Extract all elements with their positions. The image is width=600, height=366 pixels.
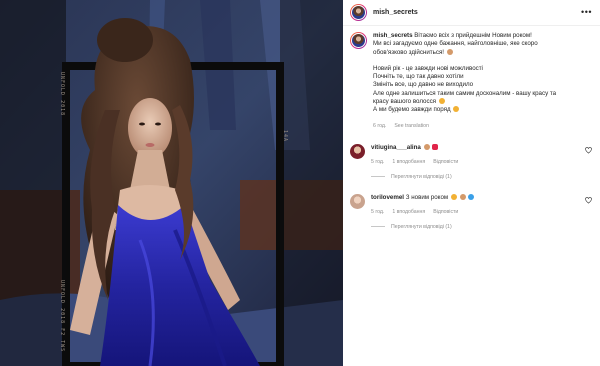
see-translation-link[interactable]: See translation	[394, 122, 429, 130]
comment-time[interactable]: 5 год.	[371, 208, 384, 216]
post-photo[interactable]: UNFOLD 2018 UNFOLD 2018 F2 TWS 14A	[0, 0, 343, 366]
yellow-heart-emoji-icon	[450, 193, 457, 200]
caption-avatar[interactable]	[350, 32, 367, 49]
view-replies-label: Переглянути відповіді (1)	[391, 223, 452, 230]
view-replies-label: Переглянути відповіді (1)	[391, 173, 452, 180]
caption-line-8: красу вашого волосся	[373, 98, 437, 106]
comment-likes[interactable]: 1 вподобання	[392, 208, 425, 216]
face-emoji-icon	[446, 48, 453, 55]
caption-line-9: А ми будемо завжди поряд	[373, 106, 451, 114]
commenter-avatar[interactable]	[350, 193, 365, 209]
frame-marking-bottom: UNFOLD 2018 F2 TWS	[59, 280, 65, 353]
comment: vitiugina___alina 5 год. 1 вподобання Ві…	[350, 143, 592, 166]
frame-marking-right: 14A	[282, 130, 288, 143]
caption-username[interactable]: mish_secrets	[373, 32, 413, 39]
caption-line-5: Почніть те, що так давно хотіли	[373, 73, 464, 81]
caption-line-2: Ми всі загадуємо одне бажання, найголовн…	[373, 40, 538, 48]
comments-list: mish_secrets Вітаємо всіх з прийдешнім Н…	[343, 26, 600, 230]
like-heart-icon[interactable]	[585, 147, 592, 154]
caption-line-6: Змініть все, що давно не виходило	[373, 81, 474, 89]
comment-meta: 5 год. 1 вподобання Відповісти	[371, 208, 571, 216]
blue-heart-emoji-icon	[468, 193, 475, 200]
caption: mish_secrets Вітаємо всіх з прийдешнім Н…	[350, 32, 592, 130]
comment-likes[interactable]: 1 вподобання	[392, 158, 425, 166]
praying-hands-emoji-icon	[459, 193, 466, 200]
caption-line-1: Вітаємо всіх з прийдешнім Новим роком!	[414, 32, 532, 39]
caption-text: mish_secrets Вітаємо всіх з прийдешнім Н…	[373, 32, 585, 130]
red-heart-emoji-icon	[432, 143, 439, 150]
smile-emoji-icon	[438, 98, 445, 105]
view-replies-link[interactable]: Переглянути відповіді (1)	[371, 224, 592, 230]
commenter-avatar[interactable]	[350, 143, 365, 159]
commenter-username[interactable]: torilovemel	[371, 194, 404, 201]
view-replies-link[interactable]: Переглянути відповіді (1)	[371, 174, 592, 180]
more-horizontal-icon[interactable]: •••	[581, 8, 592, 17]
frame-marking-top: UNFOLD 2018	[59, 72, 65, 117]
comment-text: vitiugina___alina 5 год. 1 вподобання Ві…	[371, 143, 571, 166]
face-emoji-icon	[423, 143, 430, 150]
caption-time[interactable]: 6 год.	[373, 122, 386, 130]
comment-text: torilovemel З новим роком 5 год. 1 вподо…	[371, 193, 571, 216]
comment-meta: 5 год. 1 вподобання Відповісти	[371, 158, 571, 166]
caption-meta: 6 год. See translation	[373, 122, 585, 130]
hug-emoji-icon	[453, 106, 460, 113]
caption-line-3: обов'язково здійсниться!	[373, 48, 445, 56]
comment-time[interactable]: 5 год.	[371, 158, 384, 166]
post-header: mish_secrets •••	[343, 0, 600, 26]
caption-line-4: Новий рік - це завжди нові можливості	[373, 64, 483, 72]
reply-button[interactable]: Відповісти	[433, 158, 458, 166]
commenter-username[interactable]: vitiugina___alina	[371, 144, 421, 151]
post-info-panel: mish_secrets ••• mish_secrets Вітаємо вс…	[343, 0, 600, 366]
caption-line-7: Але одне залишиться таким самим досконал…	[373, 89, 557, 97]
reply-button[interactable]: Відповісти	[433, 208, 458, 216]
author-username[interactable]: mish_secrets	[373, 9, 418, 16]
comment: torilovemel З новим роком 5 год. 1 вподо…	[350, 193, 592, 216]
comment-message: З новим роком	[405, 193, 449, 201]
like-heart-icon[interactable]	[585, 197, 592, 204]
author-avatar[interactable]	[350, 4, 367, 21]
photo-illustration	[0, 0, 343, 366]
